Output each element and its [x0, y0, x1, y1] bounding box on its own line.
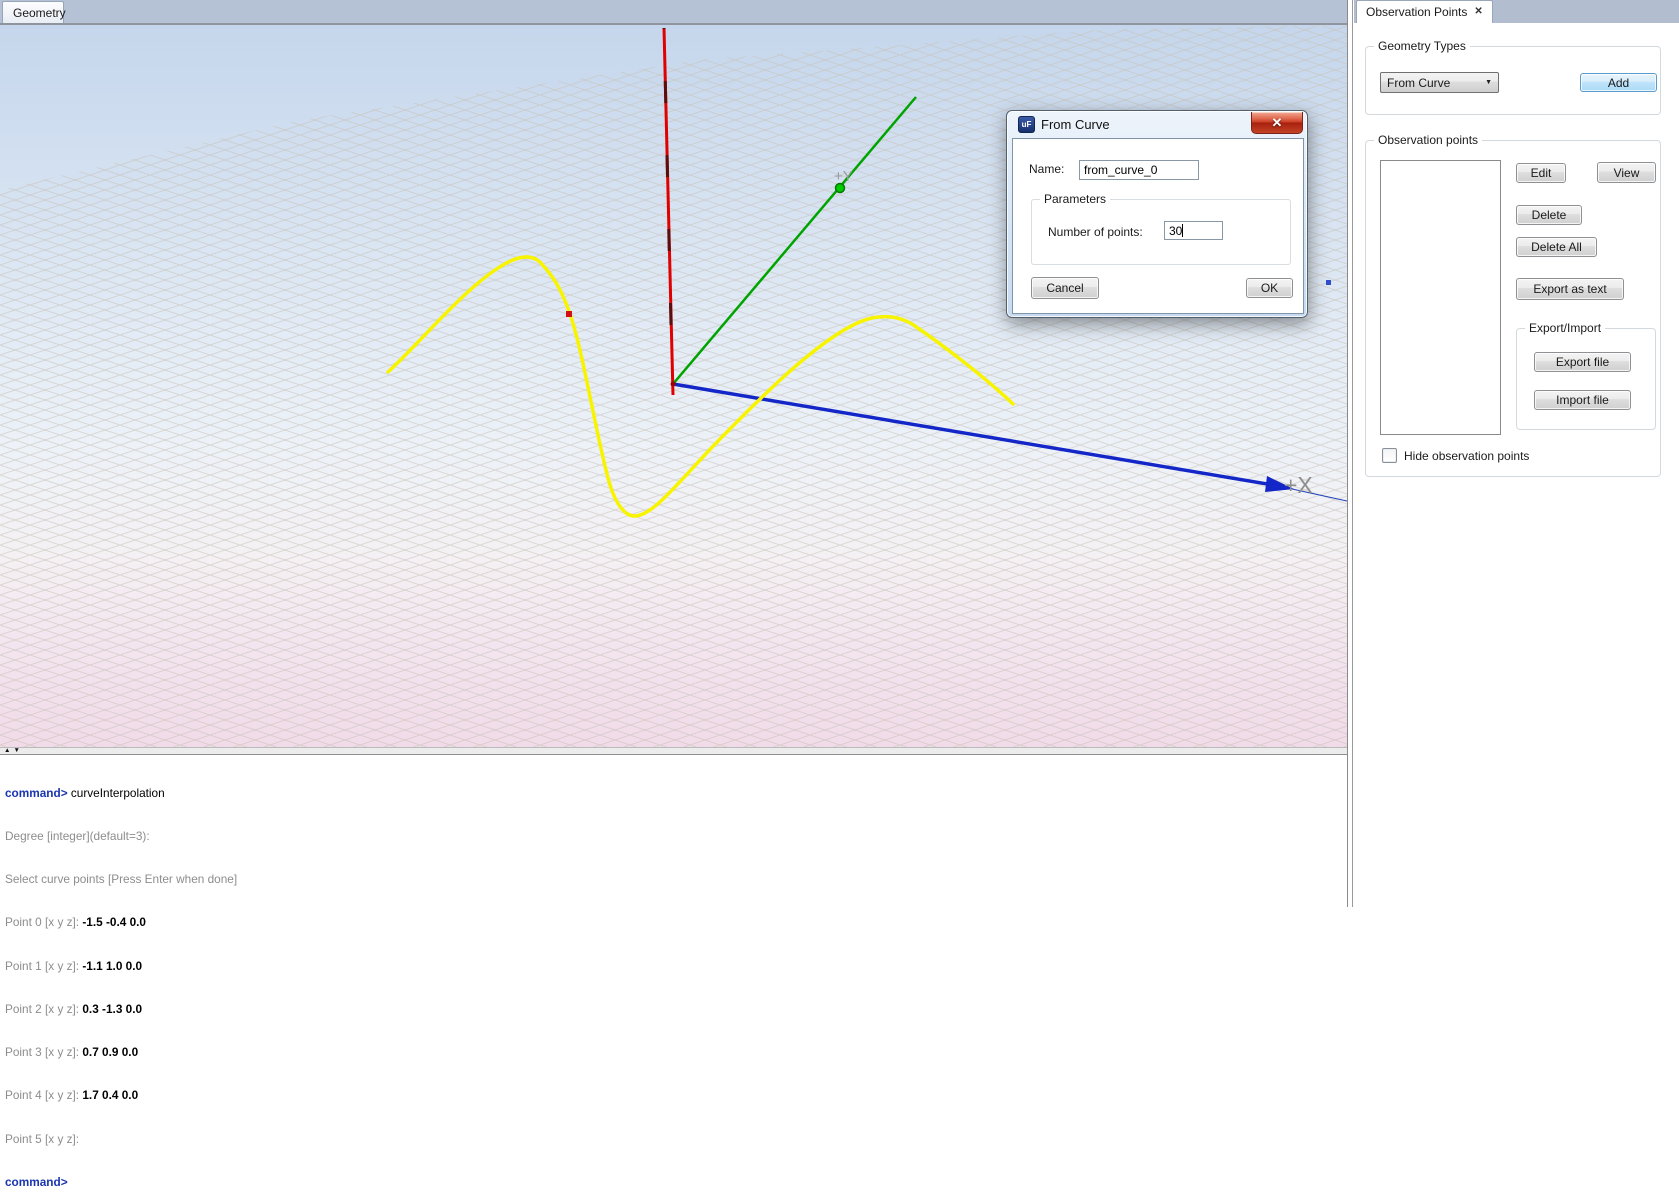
console-line: Point 0 [x y z]: -1.5 -0.4 0.0 [5, 915, 1342, 929]
name-label: Name: [1029, 162, 1064, 176]
console-line: command> [5, 1175, 1342, 1189]
y-axis-label: +Y [834, 168, 853, 185]
blue-point-marker[interactable] [1326, 280, 1331, 285]
delete-button[interactable]: Delete [1516, 205, 1582, 225]
geometry-type-selected: From Curve [1387, 76, 1450, 90]
tab-geometry[interactable]: Geometry [2, 1, 64, 23]
hide-observation-points-checkbox[interactable] [1382, 448, 1397, 463]
right-tabbar: Observation Points ✕ [1354, 0, 1679, 23]
import-file-button[interactable]: Import file [1534, 390, 1631, 410]
edit-button[interactable]: Edit [1516, 163, 1566, 183]
curve-point-marker[interactable] [566, 311, 572, 317]
ok-button[interactable]: OK [1246, 278, 1293, 298]
x-axis-label: +X [1284, 472, 1313, 498]
console-splitter[interactable]: ▲▼ [0, 747, 1347, 755]
chevron-down-icon: ▼ [1485, 79, 1492, 86]
console-line: Point 5 [x y z]: [5, 1132, 1342, 1146]
export-import-label: Export/Import [1525, 321, 1605, 335]
add-button[interactable]: Add [1580, 73, 1657, 92]
tab-close-icon[interactable]: ✕ [1474, 7, 1482, 17]
dialog-title: From Curve [1041, 117, 1110, 132]
number-of-points-label: Number of points: [1048, 225, 1143, 239]
main-tabbar: Geometry [0, 0, 1347, 23]
tab-observation-points[interactable]: Observation Points ✕ [1356, 0, 1493, 23]
parameters-label: Parameters [1040, 192, 1110, 206]
close-button[interactable]: ✕ [1251, 112, 1303, 134]
console-line: Point 1 [x y z]: -1.1 1.0 0.0 [5, 959, 1342, 973]
splitter-down-icon[interactable]: ▼ [13, 747, 22, 754]
hide-observation-points-label: Hide observation points [1404, 449, 1529, 463]
tab-geometry-label: Geometry [13, 6, 66, 20]
console-line: Select curve points [Press Enter when do… [5, 872, 1342, 886]
number-of-points-input[interactable]: 30 [1164, 221, 1223, 240]
tab-observation-points-label: Observation Points [1366, 5, 1467, 19]
console-line: command> curveInterpolation [5, 786, 1342, 800]
console-line: Point 2 [x y z]: 0.3 -1.3 0.0 [5, 1002, 1342, 1016]
export-as-text-button[interactable]: Export as text [1516, 278, 1624, 300]
text-cursor [1182, 224, 1183, 237]
console-line: Degree [integer](default=3): [5, 829, 1342, 843]
close-icon: ✕ [1272, 115, 1283, 131]
name-input[interactable] [1079, 160, 1199, 180]
panel-divider[interactable] [1347, 0, 1353, 907]
origin-point [671, 382, 676, 387]
app-icon: uF [1018, 116, 1035, 133]
geometry-type-select[interactable]: From Curve ▼ [1380, 72, 1499, 93]
cancel-button[interactable]: Cancel [1031, 277, 1099, 299]
export-import-group: Export/Import [1516, 328, 1656, 430]
observation-points-list[interactable] [1380, 160, 1501, 435]
from-curve-dialog: uF From Curve ✕ Name: Parameters Number … [1006, 110, 1308, 318]
command-console[interactable]: command> curveInterpolation Degree [inte… [0, 755, 1347, 907]
console-line: Point 4 [x y z]: 1.7 0.4 0.0 [5, 1088, 1342, 1102]
view-button[interactable]: View [1597, 162, 1656, 183]
observation-points-panel: Geometry Types From Curve ▼ Add Observat… [1354, 23, 1679, 907]
observation-points-label: Observation points [1374, 133, 1482, 147]
console-line: Point 3 [x y z]: 0.7 0.9 0.0 [5, 1045, 1342, 1059]
geometry-types-label: Geometry Types [1374, 39, 1470, 53]
dialog-body: Name: Parameters Number of points: 30 Ca… [1012, 138, 1304, 314]
export-file-button[interactable]: Export file [1534, 352, 1631, 372]
delete-all-button[interactable]: Delete All [1516, 237, 1597, 257]
